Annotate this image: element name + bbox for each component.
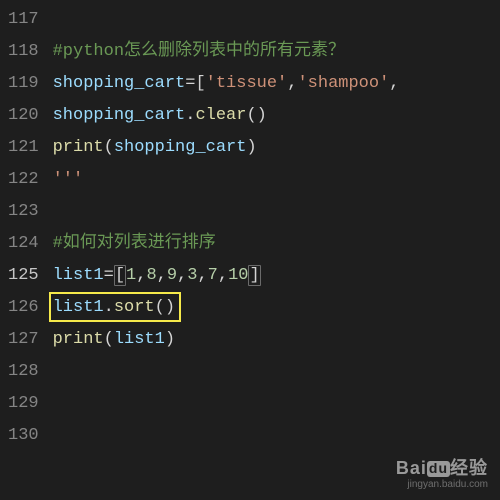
token-punc: , <box>136 266 146 285</box>
token-punc: , <box>287 74 297 93</box>
code-line[interactable] <box>53 420 500 452</box>
token-num: 3 <box>187 266 197 285</box>
token-num: 10 <box>228 266 248 285</box>
watermark-brand-suffix: 经验 <box>450 458 488 478</box>
token-punc: ) <box>246 138 256 157</box>
token-comment: #python怎么删除列表中的所有元素？ <box>53 42 345 61</box>
code-line[interactable]: print(shopping_cart) <box>53 132 500 164</box>
token-punc: [ <box>195 74 205 93</box>
line-number: 121 <box>8 132 39 164</box>
code-line[interactable] <box>53 356 500 388</box>
token-str: 'tissue' <box>206 74 288 93</box>
token-punc: . <box>185 106 195 125</box>
token-num: 8 <box>146 266 156 285</box>
token-ident: list1 <box>53 298 104 317</box>
bracket-match: [ <box>114 265 126 286</box>
line-number: 124 <box>8 228 39 260</box>
token-num: 1 <box>126 266 136 285</box>
token-punc: () <box>246 106 266 125</box>
token-punc: ( <box>104 138 114 157</box>
bracket-match: ] <box>248 265 260 286</box>
token-punc: , <box>218 266 228 285</box>
token-builtin: print <box>53 330 104 349</box>
code-line[interactable]: shopping_cart.clear() <box>53 100 500 132</box>
token-func: clear <box>195 106 246 125</box>
token-punc: . <box>104 298 114 317</box>
watermark: Baidu经验 jingyan.baidu.com <box>396 459 488 490</box>
token-ident: shopping_cart <box>114 138 247 157</box>
token-ident: shopping_cart <box>53 106 186 125</box>
line-number: 120 <box>8 100 39 132</box>
token-num: 7 <box>208 266 218 285</box>
code-line[interactable]: ''' <box>53 164 500 196</box>
token-punc: , <box>157 266 167 285</box>
code-line[interactable]: #如何对列表进行排序 <box>53 228 500 260</box>
watermark-brand-prefix: Bai <box>396 458 427 478</box>
token-str: ''' <box>53 170 84 189</box>
code-area[interactable]: #python怎么删除列表中的所有元素？shopping_cart=['tiss… <box>53 0 500 500</box>
line-number: 119 <box>8 68 39 100</box>
token-punc: , <box>177 266 187 285</box>
line-number: 123 <box>8 196 39 228</box>
token-ident: list1 <box>53 266 104 285</box>
line-number: 118 <box>8 36 39 68</box>
code-line[interactable]: shopping_cart=['tissue','shampoo', <box>53 68 500 100</box>
code-line[interactable]: print(list1) <box>53 324 500 356</box>
code-line[interactable]: list1=[1,8,9,3,7,10] <box>53 260 500 292</box>
line-number: 122 <box>8 164 39 196</box>
line-number: 117 <box>8 4 39 36</box>
token-comment: #如何对列表进行排序 <box>53 234 216 253</box>
token-op: = <box>104 266 114 285</box>
line-number: 130 <box>8 420 39 452</box>
token-punc: ( <box>104 330 114 349</box>
line-number: 127 <box>8 324 39 356</box>
line-number: 128 <box>8 356 39 388</box>
line-number: 125 <box>8 260 39 292</box>
code-line[interactable] <box>53 4 500 36</box>
token-builtin: print <box>53 138 104 157</box>
code-editor[interactable]: 1171181191201211221231241251261271281291… <box>0 0 500 500</box>
code-line[interactable]: list1.sort() <box>53 292 500 324</box>
watermark-url: jingyan.baidu.com <box>396 479 488 490</box>
line-number: 129 <box>8 388 39 420</box>
token-op: = <box>185 74 195 93</box>
token-ident: list1 <box>114 330 165 349</box>
token-punc: , <box>197 266 207 285</box>
token-func: sort <box>114 298 155 317</box>
token-punc: ) <box>165 330 175 349</box>
code-line[interactable] <box>53 196 500 228</box>
line-number-gutter: 1171181191201211221231241251261271281291… <box>0 0 53 500</box>
token-punc: () <box>155 298 175 317</box>
code-line[interactable] <box>53 388 500 420</box>
code-line[interactable]: #python怎么删除列表中的所有元素？ <box>53 36 500 68</box>
watermark-brand-box: du <box>427 461 450 476</box>
token-num: 9 <box>167 266 177 285</box>
token-str: 'shampoo' <box>297 74 389 93</box>
line-number: 126 <box>8 292 39 324</box>
token-ident: shopping_cart <box>53 74 186 93</box>
token-punc: , <box>389 74 399 93</box>
